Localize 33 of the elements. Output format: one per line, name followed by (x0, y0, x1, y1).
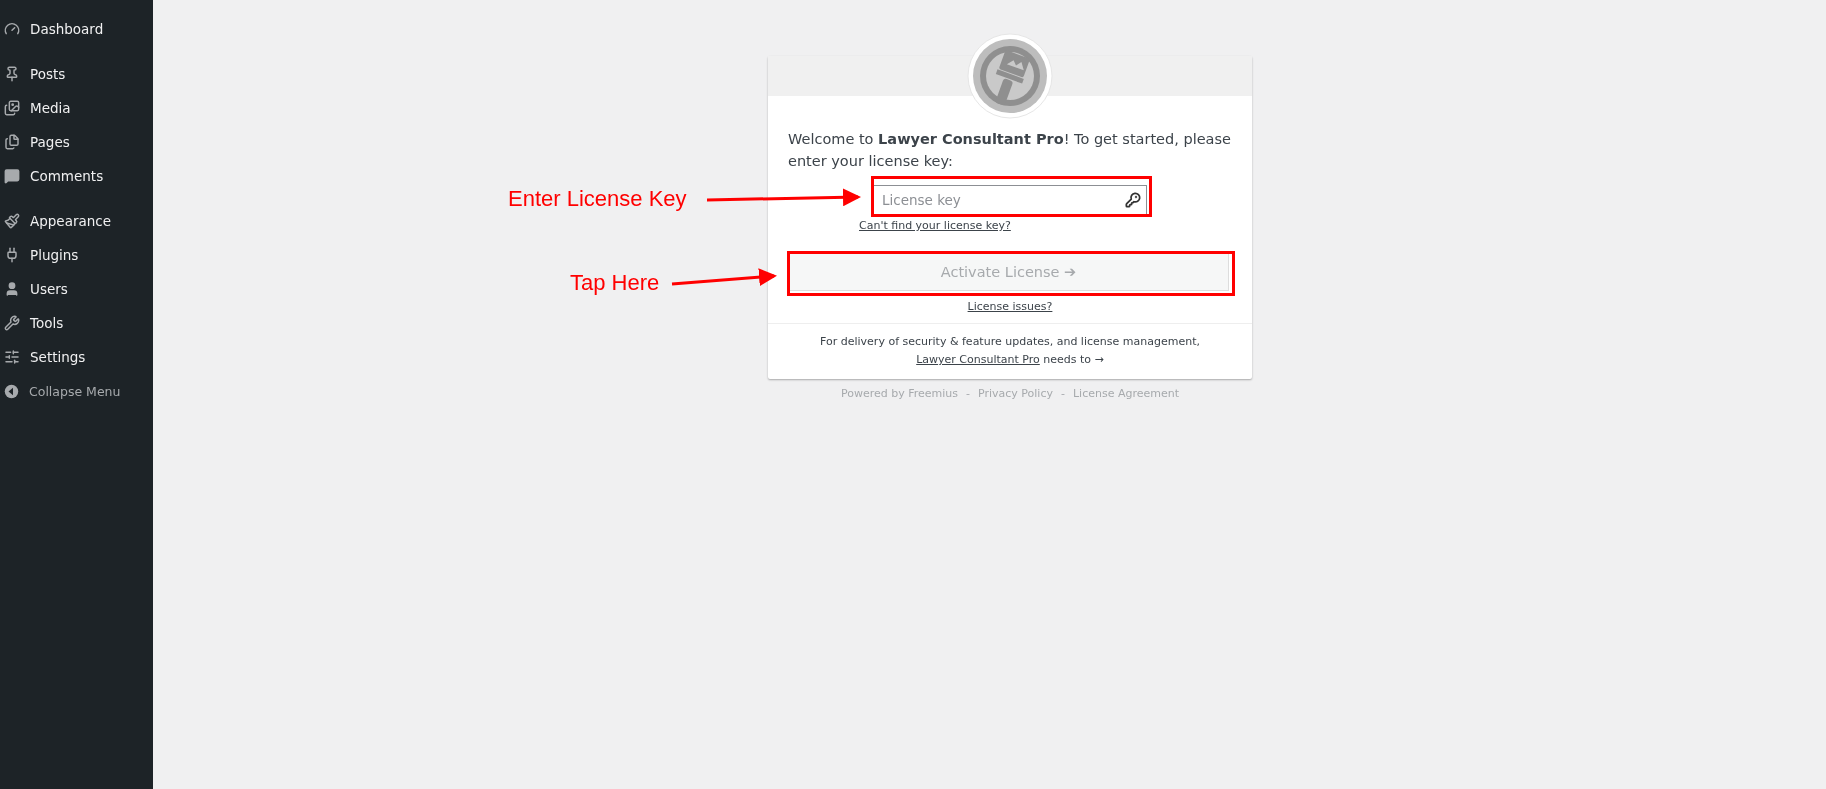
product-link[interactable]: Lawyer Consultant Pro (916, 353, 1040, 366)
user-icon (4, 281, 20, 297)
sidebar-item[interactable]: Users (0, 272, 153, 306)
sidebar-item[interactable]: Tools (0, 306, 153, 340)
separator-text: - (1061, 387, 1065, 400)
sidebar-item[interactable]: Settings (0, 340, 153, 374)
welcome-text: Welcome to Lawyer Consultant Pro! To get started, please enter your license key: (788, 130, 1232, 171)
speech-bubble-icon (4, 168, 20, 184)
sidebar-item[interactable]: Posts (0, 57, 153, 91)
sliders-icon (4, 349, 20, 365)
separator-text: - (966, 387, 970, 400)
license-issues-link[interactable]: License issues? (788, 300, 1232, 313)
sidebar-item[interactable]: Comments (0, 159, 153, 193)
sidebar-item[interactable]: Plugins (0, 238, 153, 272)
gauge-icon (4, 21, 20, 37)
pages-icon (4, 134, 20, 150)
collapse-menu-item[interactable]: Collapse Menu (0, 374, 153, 408)
pin-icon (4, 66, 20, 82)
sidebar-item[interactable]: Media (0, 91, 153, 125)
paintbrush-icon (4, 213, 20, 229)
license-notice: For delivery of security & feature updates, and license management, Lawyer Consultant Pro needs to → (819, 334, 1201, 368)
annotation-label: Tap Here (570, 270, 660, 296)
images-icon (4, 100, 20, 116)
collapse-icon (4, 383, 19, 399)
license-key-field[interactable]: License key (873, 185, 1147, 215)
key-icon (1125, 192, 1141, 208)
wrench-icon (4, 315, 20, 331)
annotation-label: Enter License Key (508, 186, 687, 212)
sidebar-item[interactable]: Pages (0, 125, 153, 159)
sidebar-item[interactable]: Appearance (0, 204, 153, 238)
plug-icon (4, 247, 20, 263)
find-license-link[interactable]: Can't find your license key? (859, 219, 1232, 232)
sidebar-item[interactable]: Dashboard (0, 12, 153, 46)
